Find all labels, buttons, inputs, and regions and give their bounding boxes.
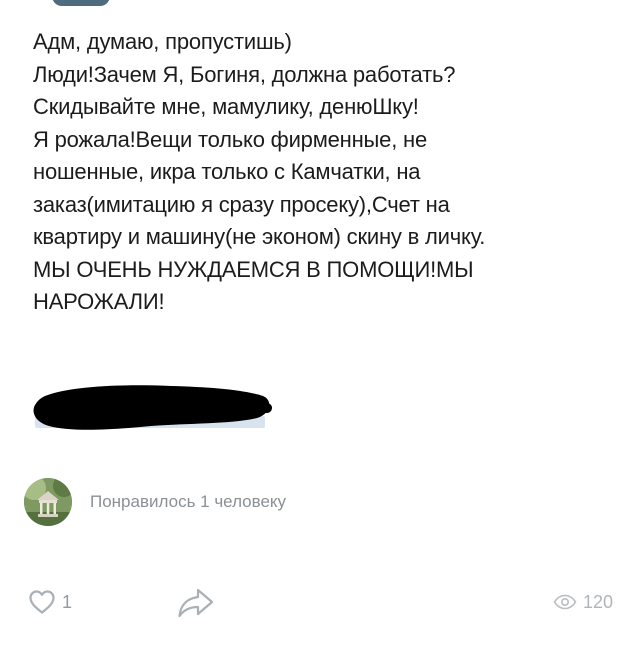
post-text-line: ношенные, икра только с Камчатки, на [33, 159, 421, 184]
post-text-line: Люди!Зачем Я, Богиня, должна работать? [33, 61, 456, 87]
previous-post-fragment [52, 0, 110, 6]
likes-summary[interactable]: Понравилось 1 человеку [24, 478, 286, 526]
avatar[interactable] [24, 478, 72, 526]
views-count: 120 [582, 591, 613, 612]
share-button[interactable] [176, 586, 216, 620]
post-text-line: Я рожала!Вещи только фирменные, не [33, 126, 428, 152]
post-text-line: Скидывайте мне, мамулику, денюШку! [33, 94, 419, 119]
post-text: Адм, думаю, пропустишь) Люди!Зачем Я, Бо… [33, 26, 618, 319]
redaction-scribble [33, 385, 272, 430]
post-text-line: МЫ ОЧЕНЬ НУЖДАЕМСЯ В ПОМОЩИ!МЫ [33, 256, 474, 282]
redacted-signature [31, 378, 273, 436]
post-text-line: квартиру и машину(не эконом) скину в лич… [33, 224, 486, 249]
eye-icon [553, 594, 577, 610]
post-action-bar: 1 120 [0, 584, 640, 620]
post-text-line: НАРОЖАЛИ! [33, 289, 165, 314]
like-count: 1 [62, 591, 73, 612]
like-button[interactable]: 1 [28, 584, 72, 620]
share-arrow-icon [178, 588, 214, 618]
liked-by-text[interactable]: Понравилось 1 человеку [90, 492, 286, 512]
heart-icon [29, 590, 55, 614]
post-text-line: Адм, думаю, пропустишь) [33, 29, 292, 54]
avatar-image [24, 478, 72, 526]
views-counter: 120 [553, 584, 613, 620]
post-text-line: заказ(имитацию я сразу просеку),Счет на [33, 191, 450, 217]
